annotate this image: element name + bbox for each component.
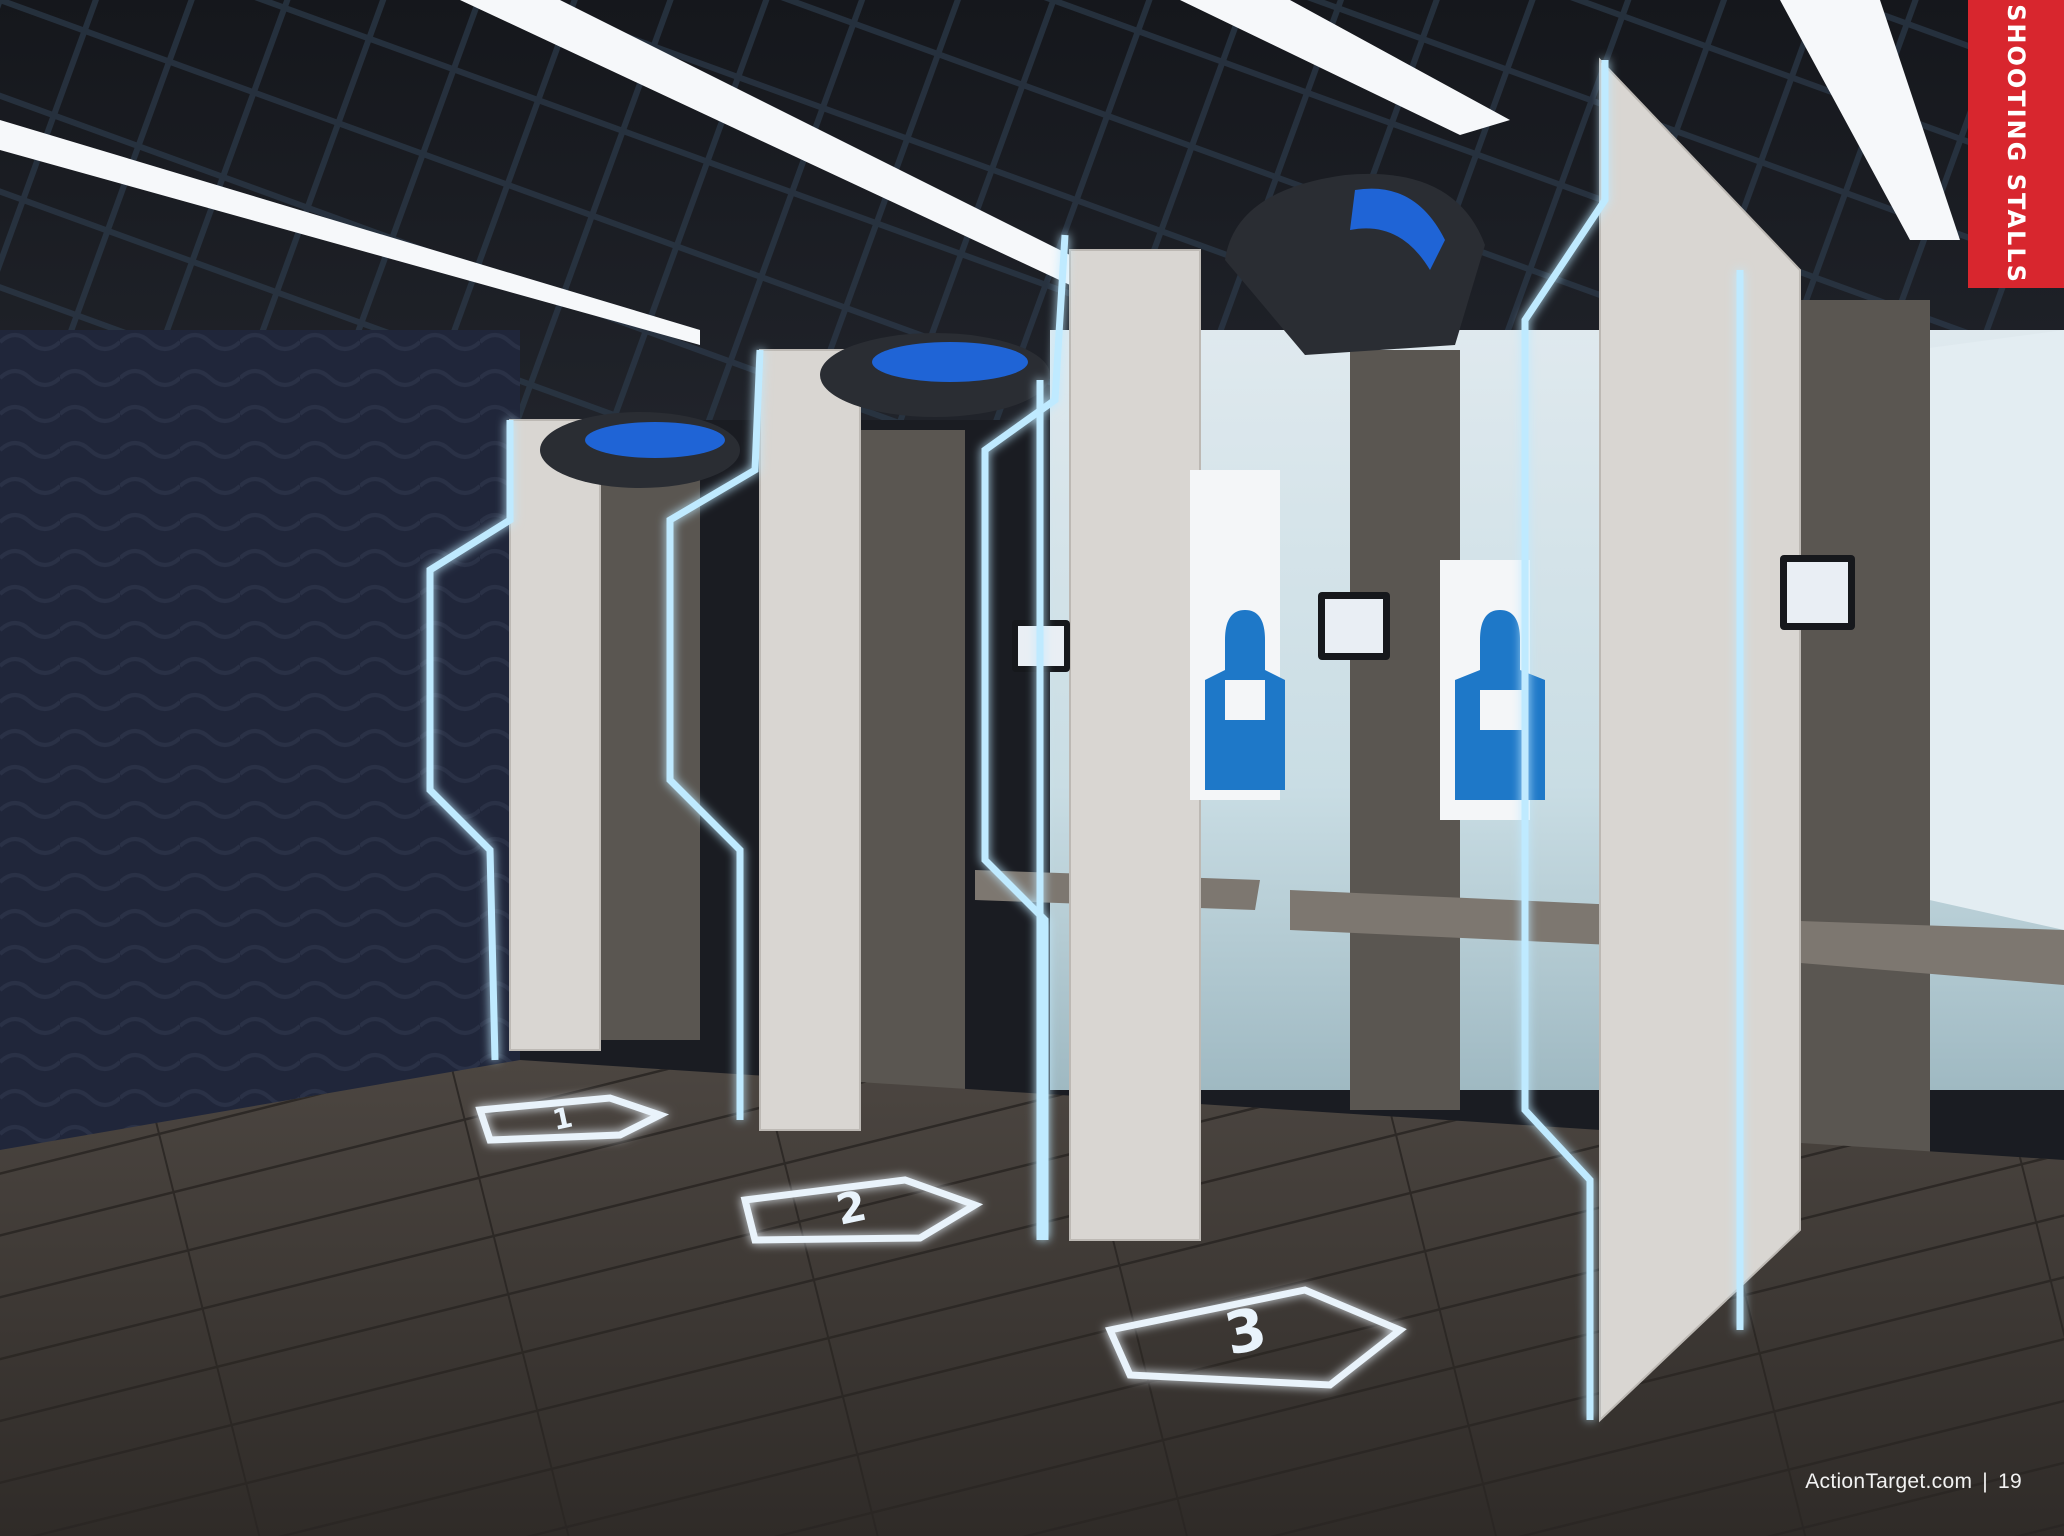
section-tab-label: SHOOTING STALLS	[2002, 4, 2030, 284]
section-tab: SHOOTING STALLS	[1968, 0, 2064, 288]
shooting-range-photo: 1 2 3	[0, 0, 2064, 1536]
page-footer: ActionTarget.com | 19	[1805, 1470, 2022, 1494]
stall-panel-2	[759, 349, 861, 1131]
page-number: 19	[1998, 1470, 2022, 1493]
stall-panel-1	[509, 419, 601, 1051]
footer-separator: |	[1982, 1470, 1989, 1493]
footer-website: ActionTarget.com	[1805, 1470, 1973, 1493]
stall-panel-4	[1599, 57, 1801, 1423]
stall-panel-3	[1069, 249, 1201, 1241]
